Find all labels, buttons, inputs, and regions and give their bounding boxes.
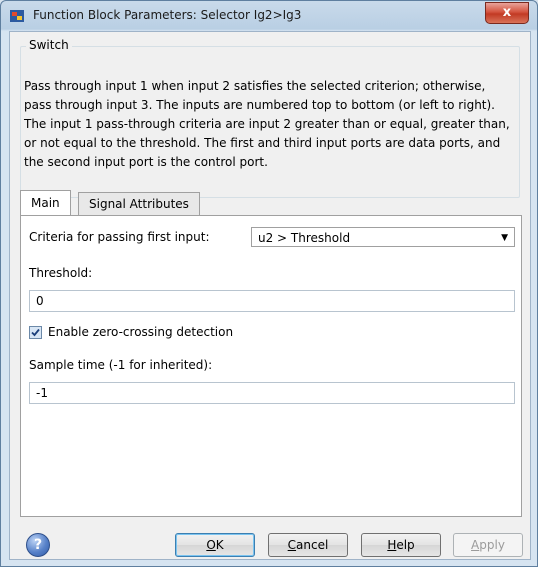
main-tab-panel: Criteria for passing first input: u2 > T… [20,215,522,517]
threshold-label: Threshold: [29,266,93,280]
tab-main[interactable]: Main [20,190,71,215]
help-label-rest: elp [396,538,415,552]
help-icon[interactable]: ? [26,533,50,557]
dialog-client-area: Switch Pass through input 1 when input 2… [9,31,531,560]
tab-main-label: Main [31,196,60,210]
close-button[interactable]: x [485,2,529,24]
block-type-label: Switch [26,38,72,52]
apply-label-rest: pply [479,538,505,552]
check-icon [31,328,40,337]
help-button[interactable]: Help [361,533,441,557]
cancel-button[interactable]: Cancel [268,533,348,557]
cancel-mnemonic: C [287,538,297,552]
criteria-label: Criteria for passing first input: [29,230,210,244]
tab-signal-attributes[interactable]: Signal Attributes [78,192,200,215]
criteria-selected-value: u2 > Threshold [258,231,351,245]
tab-strip: Main Signal Attributes [20,190,520,216]
help-mnemonic: H [387,538,397,552]
sample-time-input[interactable]: -1 [29,382,515,404]
title-bar[interactable]: Function Block Parameters: Selector Ig2>… [1,1,537,31]
apply-button[interactable]: Apply [453,533,523,557]
threshold-input[interactable]: 0 [29,290,515,312]
tab-signal-attributes-label: Signal Attributes [89,197,189,211]
sample-time-label: Sample time (-1 for inherited): [29,358,213,372]
zero-crossing-checkbox[interactable] [29,326,42,339]
block-description-text: Pass through input 1 when input 2 satisf… [24,79,510,169]
ok-button[interactable]: OK [175,533,255,557]
simulink-block-icon [9,8,25,24]
button-row: ? OK Cancel Help Apply [10,529,530,559]
dialog-window: Function Block Parameters: Selector Ig2>… [0,0,538,567]
window-title: Function Block Parameters: Selector Ig2>… [33,8,302,22]
ok-label-rest: K [215,538,224,552]
chevron-down-icon: ▼ [501,233,508,243]
criteria-select[interactable]: u2 > Threshold ▼ [251,227,515,247]
threshold-value: 0 [36,294,44,308]
sample-time-value: -1 [36,386,48,400]
zero-crossing-label[interactable]: Enable zero-crossing detection [48,325,233,339]
ok-mnemonic: O [206,538,216,552]
cancel-label-rest: ancel [296,538,329,552]
close-icon: x [502,5,512,20]
